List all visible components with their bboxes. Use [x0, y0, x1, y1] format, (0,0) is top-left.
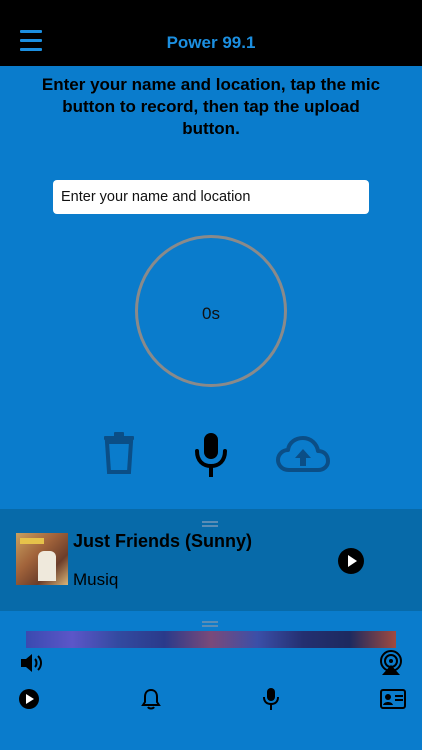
drag-handle-icon[interactable]	[202, 621, 218, 628]
now-playing-bar[interactable]: Just Friends (Sunny) Musiq	[0, 509, 422, 611]
artwork-strip	[26, 631, 396, 648]
name-location-input[interactable]	[53, 180, 369, 214]
microphone-icon[interactable]	[194, 433, 228, 482]
album-art	[16, 533, 68, 585]
app-header: Power 99.1	[0, 0, 422, 66]
page-title: Power 99.1	[166, 33, 256, 52]
song-artist: Musiq	[73, 570, 119, 589]
play-icon[interactable]	[338, 548, 364, 574]
contact-card-icon[interactable]	[380, 689, 406, 714]
song-title: Just Friends (Sunny)	[73, 531, 253, 551]
airplay-icon[interactable]	[378, 650, 404, 681]
bell-icon[interactable]	[141, 688, 161, 715]
cloud-upload-icon[interactable]	[276, 435, 330, 478]
trash-icon[interactable]	[102, 432, 136, 479]
microphone-icon[interactable]	[262, 688, 280, 715]
play-icon[interactable]	[18, 688, 40, 715]
recording-timer: 0s	[135, 235, 287, 387]
volume-icon[interactable]	[20, 652, 46, 679]
drag-handle-icon[interactable]	[202, 521, 218, 528]
timer-value: 0s	[202, 304, 220, 323]
instructions-text: Enter your name and location, tap the mi…	[41, 75, 381, 138]
